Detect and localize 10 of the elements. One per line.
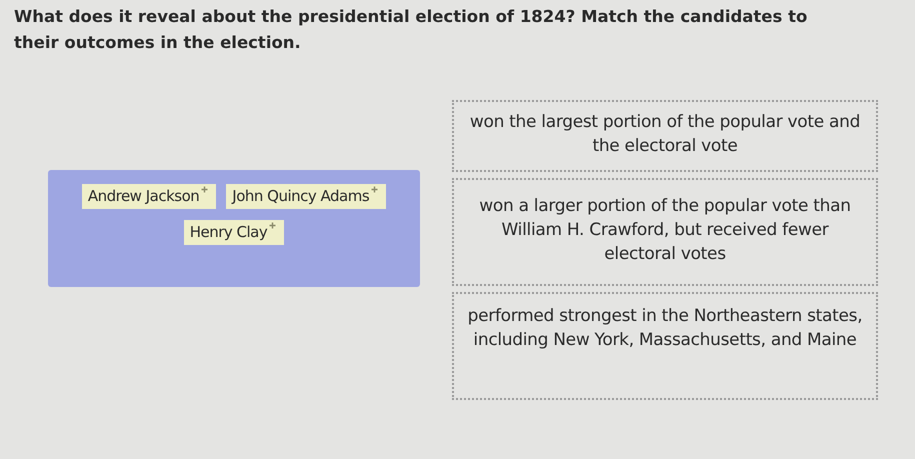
draggable-answer[interactable]: Henry Clay	[184, 220, 284, 245]
drop-target[interactable]: won a larger portion of the popular vote than William H. Crawford, but received fewer electoral votes	[452, 178, 878, 286]
draggable-answer[interactable]: John Quincy Adams	[226, 184, 386, 209]
question-text: What does it reveal about the presidential election of 1824? Match the candidates to their outcomes in the election.	[14, 6, 808, 54]
plus-icon	[371, 186, 378, 193]
plus-icon	[269, 222, 276, 229]
draggable-answer[interactable]: Andrew Jackson	[82, 184, 216, 209]
drop-target[interactable]: won the largest portion of the popular vote and the electoral vote	[452, 100, 878, 172]
plus-icon	[201, 186, 208, 193]
drop-target[interactable]: performed strongest in the Northeastern states, including New York, Massachusetts, and Maine	[452, 292, 878, 400]
